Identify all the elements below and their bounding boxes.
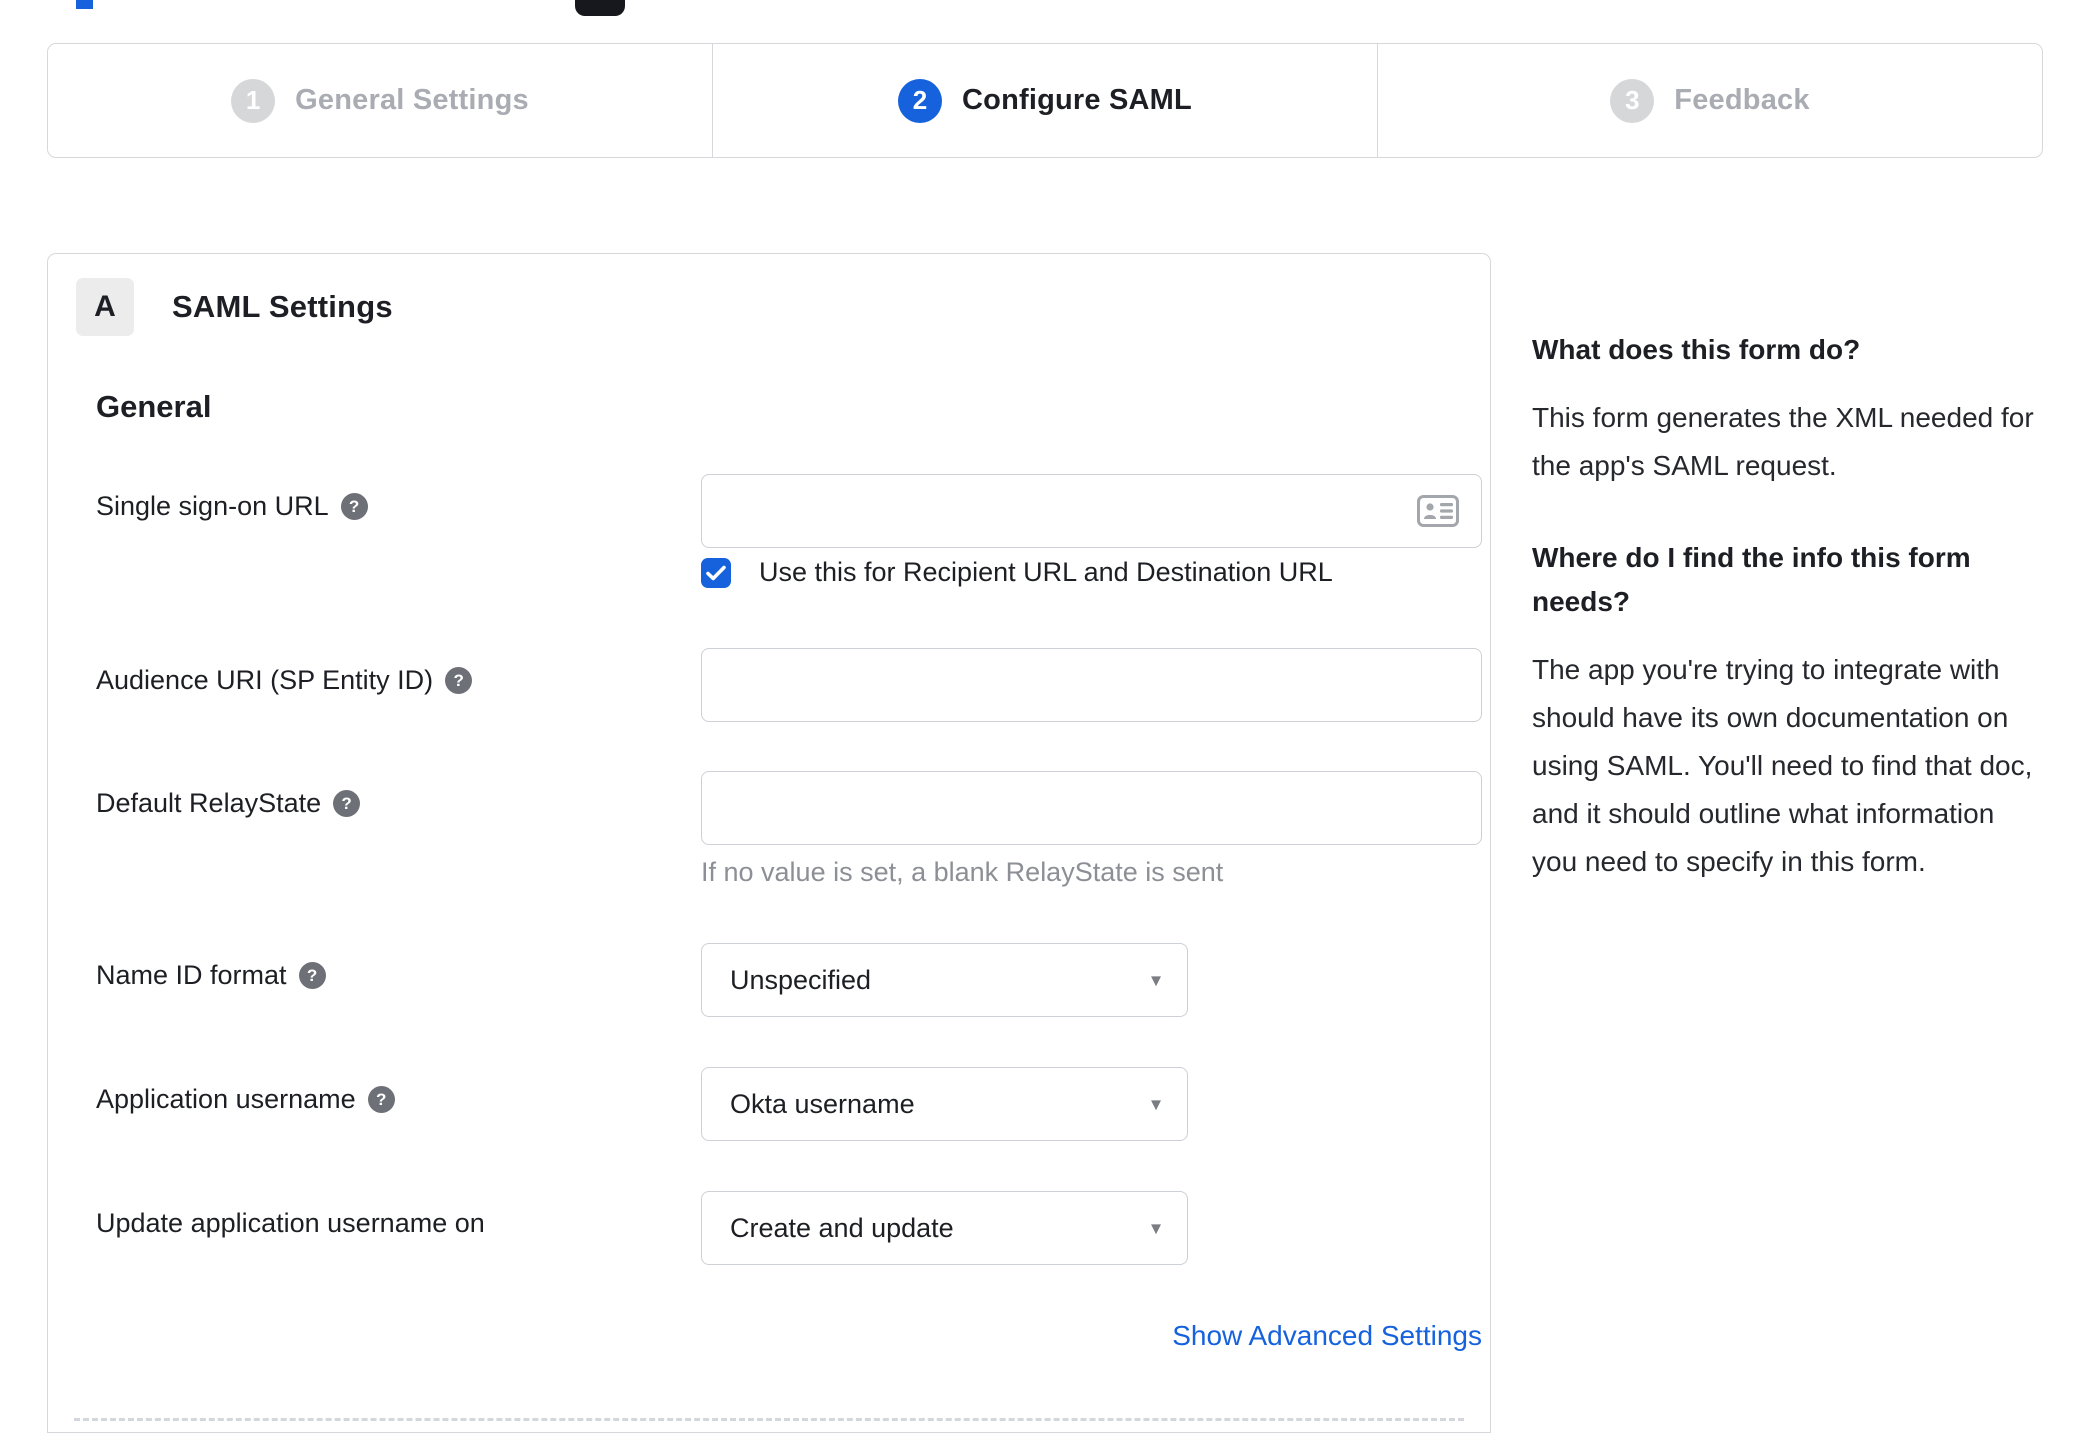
chevron-down-icon: ▾ (1150, 1217, 1161, 1240)
step-configure-saml[interactable]: 2 Configure SAML (712, 44, 1377, 157)
section-header: A SAML Settings (76, 278, 1490, 336)
help-icon[interactable]: ? (445, 667, 473, 694)
step-feedback[interactable]: 3 Feedback (1377, 44, 2042, 157)
control-cell: Create and update ▾ (701, 1191, 1188, 1265)
help-icon[interactable]: ? (340, 493, 368, 520)
control-cell: Okta username ▾ (701, 1067, 1188, 1141)
wizard-stepper: 1 General Settings 2 Configure SAML 3 Fe… (47, 43, 2043, 158)
step-label: General Settings (295, 84, 529, 116)
field-label: Audience URI (SP Entity ID) (96, 665, 434, 695)
field-label: Single sign-on URL (96, 491, 329, 521)
form-row-application-username: Application username ? Okta username ▾ (96, 1067, 1490, 1141)
saml-settings-panel: A SAML Settings General Single sign-on U… (47, 253, 1491, 1433)
label-cell: Update application username on (96, 1191, 701, 1265)
name-id-format-select[interactable]: Unspecified ▾ (701, 943, 1188, 1017)
select-value: Create and update (730, 1212, 954, 1243)
step-label: Feedback (1674, 84, 1810, 116)
field-label: Name ID format (96, 960, 287, 990)
recipient-url-checkbox[interactable] (701, 557, 731, 588)
form-row-default-relaystate: Default RelayState ? If no value is set,… (96, 771, 1490, 888)
help-icon[interactable]: ? (298, 962, 326, 989)
update-username-select[interactable]: Create and update ▾ (701, 1191, 1188, 1265)
chevron-down-icon: ▾ (1150, 1093, 1161, 1116)
show-advanced-settings-link[interactable]: Show Advanced Settings (1172, 1320, 1482, 1352)
sidebar-heading: What does this form do? (1532, 334, 1861, 365)
field-label: Application username (96, 1084, 356, 1114)
relaystate-input[interactable] (702, 772, 1481, 844)
form-row-name-id-format: Name ID format ? Unspecified ▾ (96, 943, 1490, 1017)
select-value: Okta username (730, 1088, 915, 1119)
audience-uri-input[interactable] (702, 649, 1481, 721)
help-icon[interactable]: ? (333, 790, 361, 817)
dashed-divider (74, 1418, 1464, 1421)
general-group-heading: General (96, 389, 212, 424)
step-label: Configure SAML (962, 84, 1192, 116)
field-label: Default RelayState (96, 788, 322, 818)
audience-uri-input-wrap (701, 648, 1482, 722)
sidebar-body: The app you're trying to integrate with … (1532, 654, 2033, 877)
sidebar-section-what: What does this form do? This form genera… (1532, 328, 2044, 490)
form-row-update-username-on: Update application username on Create an… (96, 1191, 1490, 1265)
step-general-settings[interactable]: 1 General Settings (48, 44, 712, 157)
step-number-badge: 3 (1610, 78, 1655, 123)
step-number-badge: 2 (898, 78, 943, 123)
recipient-url-checkbox-row: Use this for Recipient URL and Destinati… (701, 557, 1490, 588)
label-cell: Default RelayState ? (96, 771, 701, 888)
chevron-down-icon: ▾ (1150, 969, 1161, 992)
contact-card-icon (1417, 495, 1459, 527)
control-cell (701, 648, 1482, 722)
section-title: SAML Settings (172, 289, 393, 324)
relaystate-hint: If no value is set, a blank RelayState i… (701, 857, 1224, 887)
control-cell: If no value is set, a blank RelayState i… (701, 771, 1482, 888)
application-username-select[interactable]: Okta username ▾ (701, 1067, 1188, 1141)
form-row-audience-uri: Audience URI (SP Entity ID) ? (96, 648, 1490, 722)
relaystate-input-wrap (701, 771, 1482, 845)
form-row-sso-url: Single sign-on URL ? (96, 474, 1490, 548)
cropped-dark-artifact (575, 0, 625, 16)
checkbox-label: Use this for Recipient URL and Destinati… (759, 557, 1333, 587)
help-icon[interactable]: ? (367, 1086, 395, 1113)
label-cell: Name ID format ? (96, 943, 701, 1017)
control-cell (701, 474, 1482, 548)
field-label: Update application username on (96, 1208, 485, 1238)
advanced-settings-row: Show Advanced Settings (96, 1320, 1482, 1352)
help-sidebar: What does this form do? This form genera… (1532, 328, 2044, 886)
sso-url-input[interactable] (702, 475, 1481, 547)
step-number-badge: 1 (231, 78, 276, 123)
section-a-badge: A (76, 278, 134, 336)
sidebar-heading: Where do I find the info this form needs… (1532, 542, 1971, 617)
label-cell: Audience URI (SP Entity ID) ? (96, 648, 701, 722)
control-cell: Unspecified ▾ (701, 943, 1188, 1017)
sidebar-body: This form generates the XML needed for t… (1532, 402, 2034, 481)
label-cell: Single sign-on URL ? (96, 474, 701, 548)
label-cell: Application username ? (96, 1067, 701, 1141)
sidebar-section-where: Where do I find the info this form needs… (1532, 536, 2044, 886)
select-value: Unspecified (730, 964, 872, 995)
cropped-blue-artifact (76, 0, 93, 9)
sso-url-input-wrap (701, 474, 1482, 548)
checkmark-icon (706, 565, 726, 580)
